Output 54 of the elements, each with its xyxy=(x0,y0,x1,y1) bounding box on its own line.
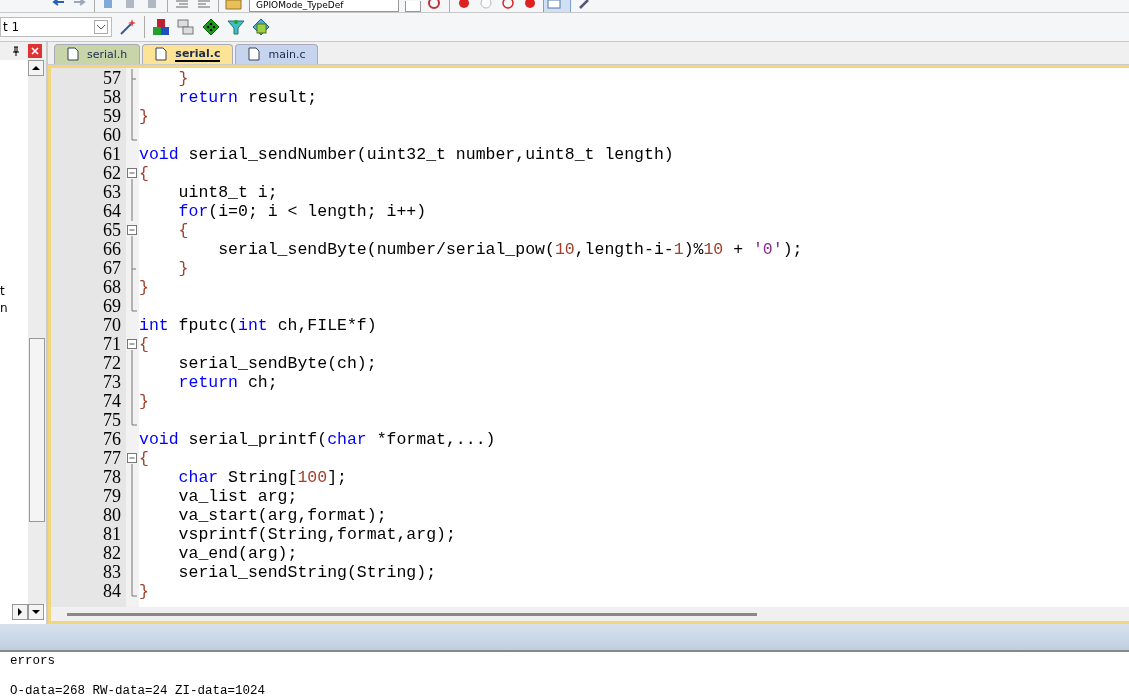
windows-icon[interactable] xyxy=(177,17,195,36)
tree-item[interactable]: n xyxy=(0,300,8,315)
blocks-icon[interactable] xyxy=(152,17,170,36)
code-line: { xyxy=(139,448,149,468)
code-line: int fputc(int ch,FILE*f) xyxy=(139,315,377,335)
build-output-line: O-data=268 RW-data=24 ZI-data=1024 xyxy=(10,684,266,698)
scroll-right-icon[interactable] xyxy=(12,604,28,621)
code-line: { xyxy=(177,220,189,240)
file-tab[interactable]: serial.c xyxy=(142,43,234,64)
dropdown-button[interactable] xyxy=(405,0,421,12)
close-icon[interactable] xyxy=(28,43,42,58)
diamond-icon[interactable] xyxy=(202,17,220,36)
scrollbar[interactable] xyxy=(28,59,46,605)
target-combo[interactable]: t 1 xyxy=(0,16,112,37)
code-line: serial_sendByte(ch); xyxy=(177,353,377,373)
code-line: } xyxy=(139,277,149,297)
funnel-icon[interactable] xyxy=(227,17,245,36)
window-icon[interactable] xyxy=(544,0,570,12)
code-line: vsprintf(String,format,arg); xyxy=(177,524,456,544)
code-line: va_end(arg); xyxy=(177,543,298,563)
scroll-thumb[interactable] xyxy=(29,337,45,522)
file-icon xyxy=(155,47,168,62)
wand-icon[interactable] xyxy=(119,17,137,36)
code-line: } xyxy=(177,68,189,88)
symbol-combo[interactable]: GPIOMode_TypeDef xyxy=(249,0,399,12)
pin-icon[interactable] xyxy=(10,44,22,57)
code-line: } xyxy=(177,258,189,278)
tree-item[interactable]: t xyxy=(0,283,5,298)
code-line: serial_sendString(String); xyxy=(177,562,437,582)
dropdown-icon[interactable] xyxy=(94,19,108,34)
scroll-down-icon[interactable] xyxy=(28,604,44,621)
code-line: for(i=0; i < length; i++) xyxy=(177,201,427,221)
file-tab[interactable]: main.c xyxy=(235,43,319,64)
scroll-up-icon[interactable] xyxy=(28,59,44,76)
code-line: } xyxy=(139,581,149,601)
code-line: serial_sendByte(number/serial_pow(10,length-i-1)%10 + '0'); xyxy=(217,239,803,259)
code-line: } xyxy=(139,106,149,126)
code-line: char String[100]; xyxy=(177,467,347,487)
code-line: } xyxy=(139,391,149,411)
breakpoint-icon[interactable] xyxy=(500,0,516,12)
code-line: va_list arg; xyxy=(177,486,298,506)
build-output-line: errors xyxy=(10,654,55,668)
file-icon xyxy=(67,47,79,62)
file-icon xyxy=(248,47,261,62)
code-line: void serial_sendNumber(uint32_t number,uint8_t length) xyxy=(139,144,674,164)
code-line: va_start(arg,format); xyxy=(177,505,387,525)
horizontal-scrollbar[interactable] xyxy=(67,612,757,616)
code-line: void serial_printf(char *format,...) xyxy=(139,429,496,449)
file-tab[interactable]: serial.h xyxy=(54,43,141,64)
code-line: { xyxy=(139,334,149,354)
code-line: { xyxy=(139,163,149,183)
code-line: return result; xyxy=(177,87,318,107)
code-line: uint8_t i; xyxy=(177,182,278,202)
code-line: return ch; xyxy=(177,372,278,392)
